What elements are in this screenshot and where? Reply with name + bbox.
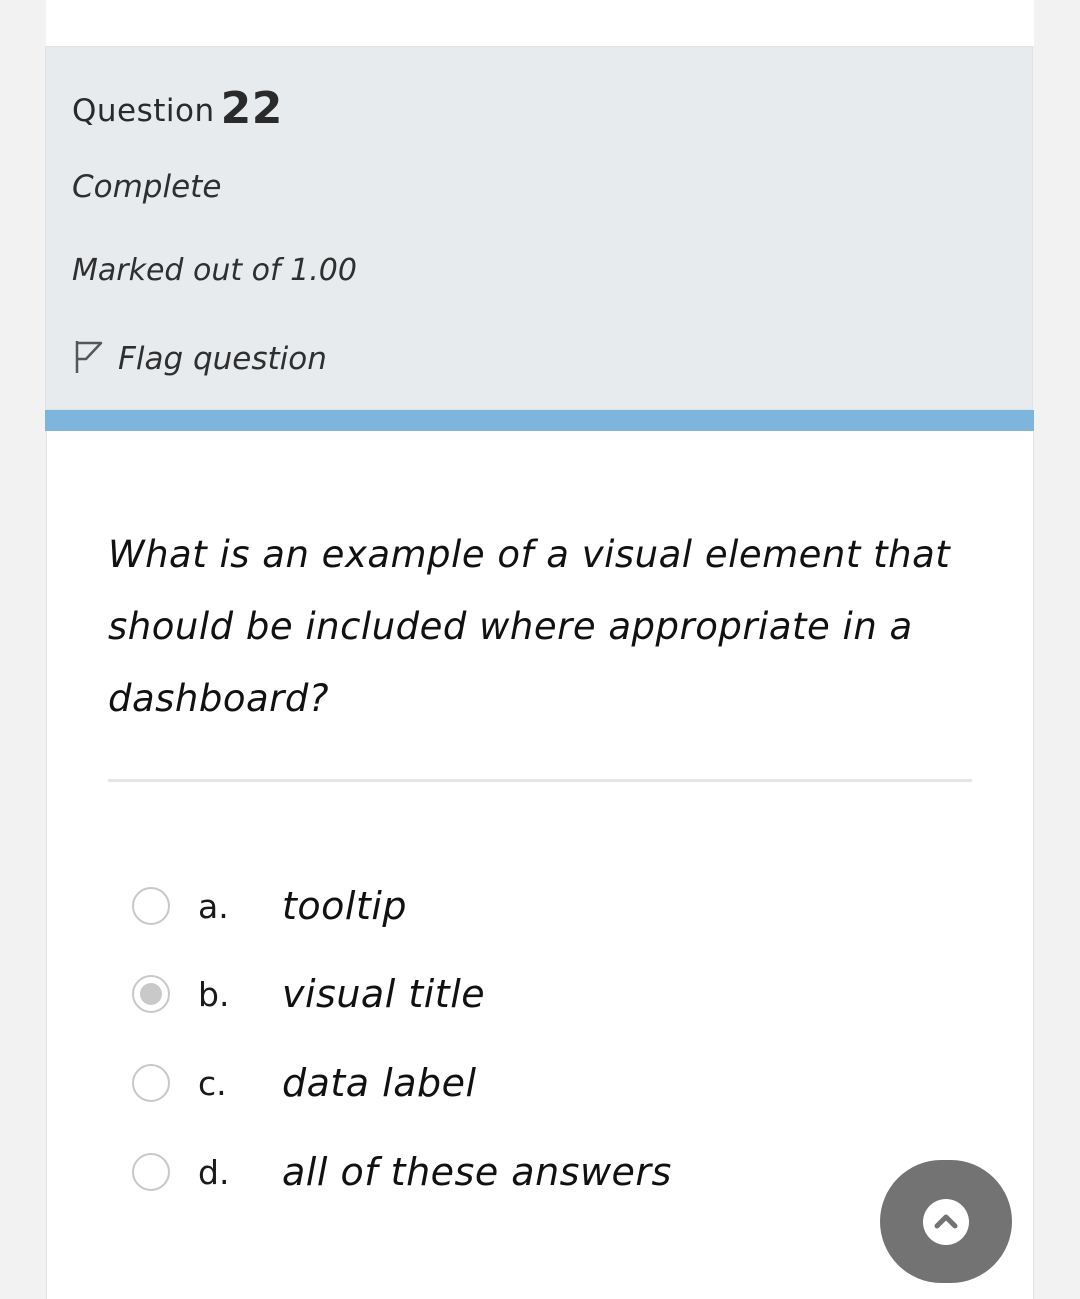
radio-option-d[interactable] [132,1153,170,1191]
previous-question-card [46,0,1034,46]
option-text: all of these answers [282,1150,672,1194]
flag-icon [72,339,104,379]
answer-option-d[interactable]: d. all of these answers [132,1142,852,1202]
answer-option-c[interactable]: c. data label [132,1053,852,1113]
option-letter: b. [198,974,230,1014]
question-content-card: What is an example of a visual element t… [46,431,1034,1299]
flag-question-link[interactable]: Flag question [72,339,327,379]
question-info-panel: Question 22 Complete Marked out of 1.00 F… [45,46,1033,410]
question-number: 22 [220,83,283,134]
question-grade: Marked out of 1.00 [72,253,357,288]
radio-option-c[interactable] [132,1064,170,1102]
radio-option-a[interactable] [132,887,170,925]
question-state: Complete [72,169,222,205]
option-text: visual title [282,972,486,1016]
question-accent-bar [45,410,1034,431]
radio-option-b[interactable] [132,975,170,1013]
answer-option-a[interactable]: a. tooltip [132,876,852,936]
question-text: What is an example of a visual element t… [108,533,951,720]
option-text: tooltip [282,884,408,928]
option-text: data label [282,1061,477,1105]
option-letter: d. [198,1152,230,1192]
option-letter: a. [198,886,229,926]
question-word: Question [72,93,215,129]
option-letter: c. [198,1063,227,1103]
scroll-to-top-button[interactable] [880,1160,1012,1283]
flag-question-label: Flag question [118,341,327,377]
question-divider [108,779,972,782]
question-number-label: Question 22 [72,81,283,134]
chevron-up-icon [923,1198,969,1245]
answer-option-b[interactable]: b. visual title [132,964,852,1024]
